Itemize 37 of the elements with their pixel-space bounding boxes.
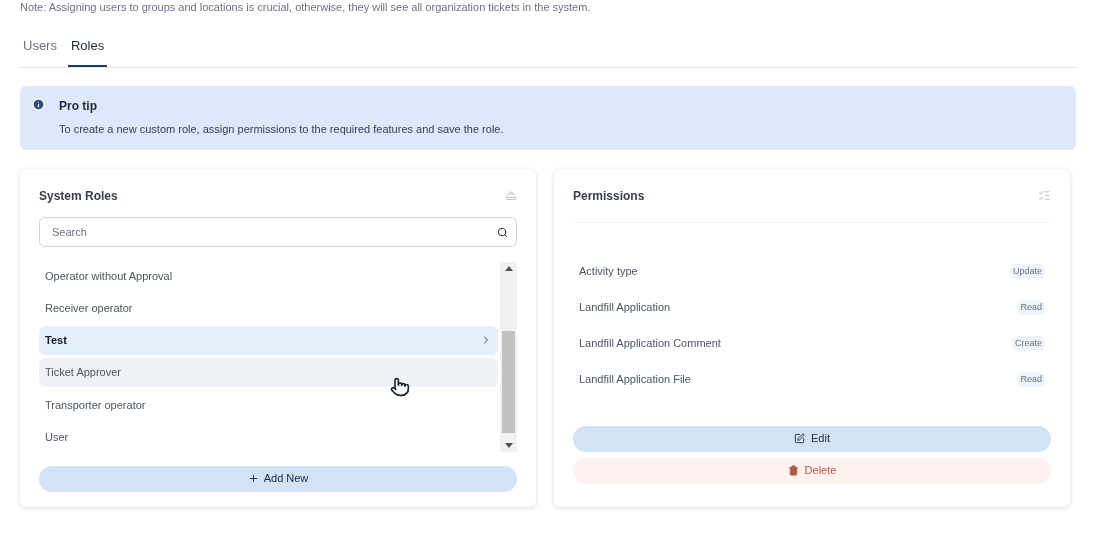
tab[interactable]: Users bbox=[20, 36, 60, 67]
access-tag: Create bbox=[1012, 335, 1045, 352]
card-title: Permissions bbox=[573, 187, 645, 205]
plus-icon bbox=[247, 473, 259, 484]
role-item[interactable]: Ticket Approver bbox=[39, 358, 498, 388]
permission-name: Landfill Application bbox=[579, 300, 671, 316]
scroll-thumb[interactable] bbox=[502, 330, 515, 433]
role-item[interactable]: Transporter operator bbox=[39, 390, 498, 420]
helmet-icon bbox=[505, 189, 517, 202]
checklist-icon bbox=[1038, 189, 1051, 202]
card-title: System Roles bbox=[39, 187, 118, 205]
note-text: Note: Assigning users to groups and locations is crucial, otherwise, they will see all organization tickets in the system. bbox=[20, 0, 592, 14]
role-item[interactable]: User bbox=[39, 422, 498, 452]
tab[interactable]: Roles bbox=[67, 36, 108, 67]
info-icon bbox=[32, 97, 45, 111]
permission-name: Landfill Application Comment bbox=[579, 336, 721, 352]
edit-button[interactable]: Edit bbox=[573, 425, 1051, 452]
access-tag: Read bbox=[1017, 299, 1045, 316]
scroll-down-icon[interactable] bbox=[504, 442, 513, 448]
add-new-button[interactable]: Add New bbox=[39, 465, 517, 492]
search-field[interactable]: Search bbox=[39, 216, 517, 247]
scroll-up-icon[interactable] bbox=[504, 265, 513, 271]
permission-name: Landfill Application File bbox=[579, 372, 691, 388]
access-tag: Update bbox=[1009, 263, 1045, 280]
permission-name: Activity type bbox=[579, 264, 638, 280]
role-item[interactable]: Operator without Approval bbox=[39, 261, 498, 291]
edit-icon bbox=[794, 433, 805, 444]
tip-text: To create a new custom role, assign permissions to the required features and save the role. bbox=[59, 121, 504, 137]
role-item[interactable]: Test bbox=[39, 325, 498, 355]
tip-title: Pro tip bbox=[59, 97, 98, 114]
delete-button[interactable]: Delete bbox=[573, 457, 1051, 484]
role-item[interactable]: Receiver operator bbox=[39, 293, 498, 323]
access-tag: Read bbox=[1017, 371, 1045, 388]
search-icon bbox=[497, 226, 508, 238]
scrollbar[interactable] bbox=[500, 261, 517, 452]
trash-icon bbox=[787, 465, 799, 476]
hand-cursor-icon bbox=[390, 376, 410, 398]
